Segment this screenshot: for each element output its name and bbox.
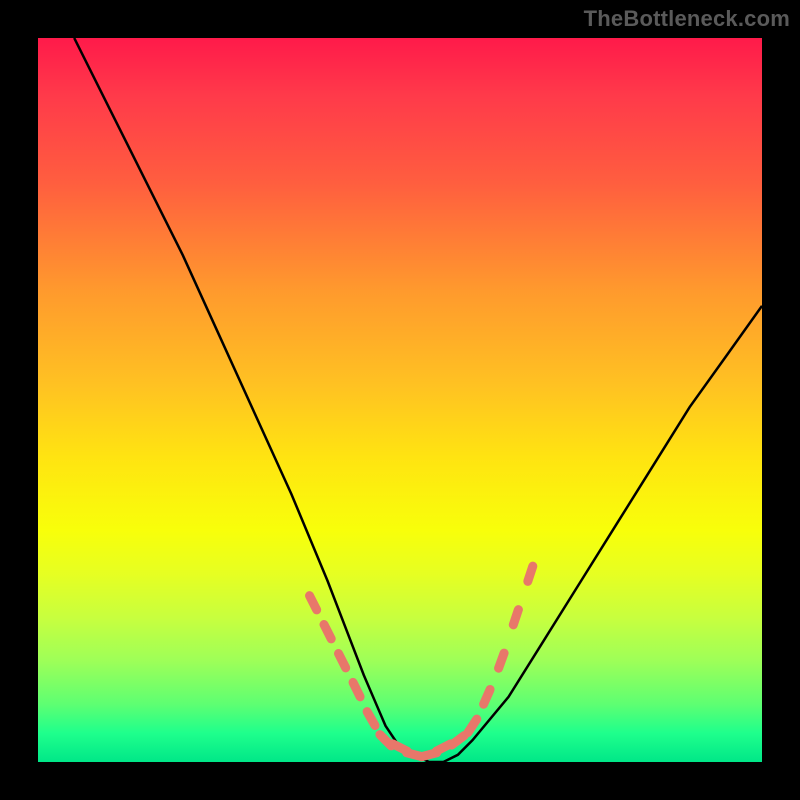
- marker-group: [310, 566, 533, 757]
- marker-dash: [310, 596, 317, 610]
- marker-dash: [324, 625, 331, 639]
- marker-dash: [499, 653, 505, 668]
- marker-dash: [367, 712, 375, 726]
- chart-container: TheBottleneck.com: [0, 0, 800, 800]
- watermark-text: TheBottleneck.com: [584, 6, 790, 32]
- marker-dash: [484, 690, 491, 705]
- marker-dash: [468, 719, 477, 732]
- plot-area: [38, 38, 762, 762]
- main-curve: [74, 38, 762, 762]
- marker-dash: [353, 682, 360, 696]
- marker-dash: [339, 654, 346, 668]
- curve-svg: [38, 38, 762, 762]
- marker-dash: [452, 736, 465, 746]
- marker-dash: [528, 566, 533, 581]
- marker-dash: [513, 610, 518, 625]
